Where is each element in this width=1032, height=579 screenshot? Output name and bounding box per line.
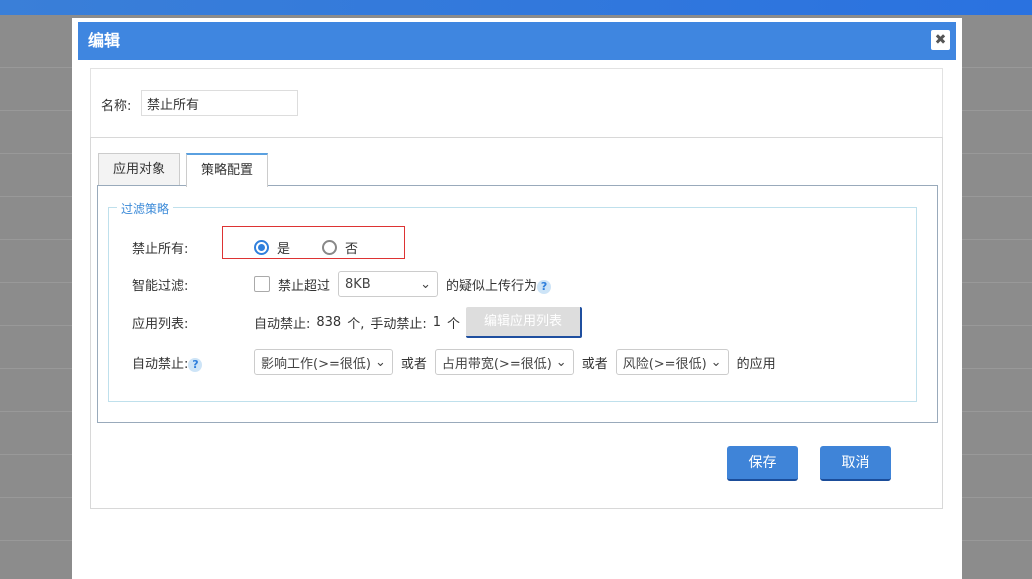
radio-no[interactable] xyxy=(322,239,338,255)
block-all-label: 禁止所有: xyxy=(132,241,189,257)
row-auto-block: 自动禁止:? 影响工作(>=很低) ⌄ 或者 占用带宽(>=很低) ⌄ 或者 风险(… xyxy=(109,347,916,377)
row-smart-filter: 智能过滤: 禁止超过 8KB ⌄ 的疑似上传行为? xyxy=(109,269,916,299)
impact-value: 影响工作(>=很低) xyxy=(261,356,371,372)
filter-fieldset: 过滤策略 禁止所有: 是 否 智能过滤: 禁止超过 8KB ⌄ 的疑似上传行为? … xyxy=(108,200,917,402)
row-block-all: 禁止所有: 是 否 xyxy=(109,232,916,262)
help-icon[interactable]: ? xyxy=(537,279,552,294)
bandwidth-select[interactable]: 占用带宽(>=很低) ⌄ xyxy=(434,349,574,375)
auto-label: 自动禁止: xyxy=(254,316,311,332)
name-input[interactable] xyxy=(141,90,298,116)
close-icon[interactable]: ✖ xyxy=(931,30,950,50)
help-icon[interactable]: ? xyxy=(188,357,203,372)
manual-count: 1 xyxy=(432,314,442,330)
risk-select[interactable]: 风险(>=很低) ⌄ xyxy=(615,349,729,375)
chevron-down-icon: ⌄ xyxy=(374,354,386,370)
edit-app-list-button[interactable]: 编辑应用列表 xyxy=(466,306,583,338)
auto-block-label: 自动禁止:? xyxy=(132,353,203,372)
or-text: 或者 xyxy=(581,356,608,372)
smart-filter-label: 智能过滤: xyxy=(132,278,189,294)
tab-app-object[interactable]: 应用对象 xyxy=(98,153,181,186)
dialog-titlebar: 编辑 ✖ xyxy=(78,22,956,60)
cancel-button[interactable]: 取消 xyxy=(820,446,891,481)
bandwidth-value: 占用带宽(>=很低) xyxy=(441,356,552,372)
unit2: 个 xyxy=(447,316,461,332)
radio-no-label: 否 xyxy=(345,241,359,257)
impact-select[interactable]: 影响工作(>=很低) ⌄ xyxy=(254,349,393,375)
row-app-list: 应用列表: 自动禁止: 838 个, 手动禁止: 1 个 编辑应用列表 xyxy=(109,306,916,338)
auto-block-suffix: 的应用 xyxy=(736,356,776,372)
app-list-label: 应用列表: xyxy=(132,316,189,332)
unit: 个, xyxy=(347,316,365,332)
checkbox-text: 禁止超过 xyxy=(278,278,331,294)
chevron-down-icon: ⌄ xyxy=(420,276,432,292)
name-label: 名称: xyxy=(101,99,132,114)
size-value: 8KB xyxy=(345,276,371,292)
or-text: 或者 xyxy=(400,356,427,372)
tab-panel: 过滤策略 禁止所有: 是 否 智能过滤: 禁止超过 8KB ⌄ 的疑似上传行为? … xyxy=(97,185,938,423)
config-section: 应用对象 策略配置 过滤策略 禁止所有: 是 否 智能过滤: 禁止超过 8KB ⌄… xyxy=(90,137,943,509)
name-section: 名称: xyxy=(90,68,943,138)
risk-value: 风险(>=很低) xyxy=(622,356,707,372)
smart-suffix: 的疑似上传行为? xyxy=(446,275,552,294)
top-bar xyxy=(0,0,1032,15)
radio-yes[interactable] xyxy=(254,239,269,255)
tab-policy-config[interactable]: 策略配置 xyxy=(186,153,269,187)
smart-filter-checkbox[interactable] xyxy=(254,276,270,292)
filter-legend: 过滤策略 xyxy=(117,200,174,217)
chevron-down-icon: ⌄ xyxy=(710,354,722,370)
save-button[interactable]: 保存 xyxy=(727,446,798,481)
edit-dialog: 编辑 ✖ 名称: 应用对象 策略配置 过滤策略 禁止所有: 是 否 智能过滤: … xyxy=(72,18,962,579)
size-select[interactable]: 8KB ⌄ xyxy=(338,271,439,297)
chevron-down-icon: ⌄ xyxy=(555,354,567,370)
dialog-title: 编辑 xyxy=(88,31,121,50)
auto-count: 838 xyxy=(316,314,342,330)
radio-yes-label: 是 xyxy=(277,241,291,257)
manual-label: 手动禁止: xyxy=(370,316,427,332)
